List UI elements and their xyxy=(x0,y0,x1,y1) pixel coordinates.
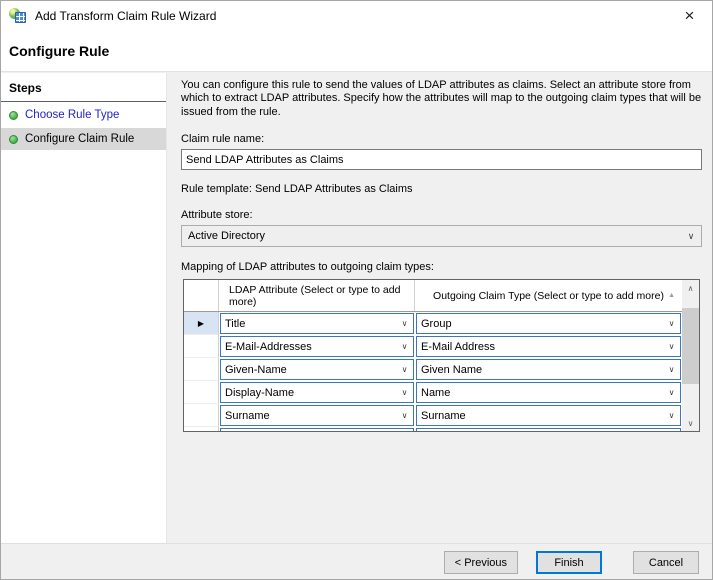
ldap-attribute-cell: Given-Name ∨ xyxy=(219,358,415,381)
row-selector-cell[interactable] xyxy=(184,335,219,358)
ldap-attribute-cell: Surname ∨ xyxy=(219,404,415,427)
row-selector-cell[interactable]: ▶ xyxy=(184,312,219,335)
ldap-attribute-value: Display-Name xyxy=(221,387,396,399)
row-selector-cell[interactable] xyxy=(184,427,219,432)
table-row: Display-Name ∨ Name ∨ xyxy=(184,381,682,404)
main-content: You can configure this rule to send the … xyxy=(181,73,702,543)
table-row: ∨ ∨ xyxy=(184,427,682,432)
outgoing-claim-type-cell: Surname ∨ xyxy=(415,404,682,427)
outgoing-claim-type-value: E-Mail Address xyxy=(417,341,663,353)
previous-button[interactable]: < Previous xyxy=(444,551,518,574)
chevron-down-icon: ∨ xyxy=(681,231,701,242)
step-label: Choose Rule Type xyxy=(25,109,119,121)
steps-sidebar: Steps Choose Rule Type Configure Claim R… xyxy=(1,73,167,543)
ldap-attribute-value: E-Mail-Addresses xyxy=(221,341,396,353)
heading-area: Configure Rule xyxy=(1,31,712,72)
close-icon[interactable]: × xyxy=(667,1,712,31)
rule-template-text: Rule template: Send LDAP Attributes as C… xyxy=(181,183,702,195)
outgoing-claim-type-select[interactable]: Name ∨ xyxy=(416,382,681,403)
column-header-label: Outgoing Claim Type (Select or type to a… xyxy=(433,290,664,302)
step-complete-dot-icon xyxy=(9,111,18,120)
outgoing-claim-type-value: Group xyxy=(417,318,663,330)
add-transform-claim-rule-wizard-dialog: Add Transform Claim Rule Wizard × Config… xyxy=(0,0,713,580)
chevron-down-icon: ∨ xyxy=(663,411,680,420)
claim-rule-name-label: Claim rule name: xyxy=(181,133,702,145)
scroll-down-icon[interactable]: ∨ xyxy=(682,415,699,431)
outgoing-claim-type-cell: Group ∨ xyxy=(415,312,682,335)
table-row: Given-Name ∨ Given Name ∨ xyxy=(184,358,682,381)
attribute-store-value: Active Directory xyxy=(182,230,681,242)
outgoing-claim-type-column-header[interactable]: Outgoing Claim Type (Select or type to a… xyxy=(415,280,682,311)
page-title: Configure Rule xyxy=(9,43,109,59)
sort-ascending-icon: ▲ xyxy=(668,292,675,299)
window-title: Add Transform Claim Rule Wizard xyxy=(35,9,216,23)
cancel-button[interactable]: Cancel xyxy=(633,551,699,574)
table-row: E-Mail-Addresses ∨ E-Mail Address ∨ xyxy=(184,335,682,358)
ldap-attribute-cell: Title ∨ xyxy=(219,312,415,335)
steps-header: Steps xyxy=(1,73,166,102)
chevron-down-icon: ∨ xyxy=(396,388,413,397)
scroll-up-icon[interactable]: ∧ xyxy=(682,280,699,296)
row-selector-cell[interactable] xyxy=(184,404,219,427)
table-scrollbar[interactable]: ∧ ∨ xyxy=(682,280,699,431)
step-complete-dot-icon xyxy=(9,135,18,144)
outgoing-claim-type-cell: Name ∨ xyxy=(415,381,682,404)
outgoing-claim-type-select[interactable]: Surname ∨ xyxy=(416,405,681,426)
wizard-footer: < Previous Finish Cancel xyxy=(1,543,712,580)
outgoing-claim-type-cell: ∨ xyxy=(415,427,682,432)
ldap-attribute-value: Surname xyxy=(221,410,396,422)
ldap-attribute-cell: E-Mail-Addresses ∨ xyxy=(219,335,415,358)
attribute-store-label: Attribute store: xyxy=(181,209,702,221)
mapping-label: Mapping of LDAP attributes to outgoing c… xyxy=(181,261,702,273)
ldap-attribute-column-header[interactable]: LDAP Attribute (Select or type to add mo… xyxy=(219,280,415,311)
table-body: ▶ Title ∨ Group ∨ E-Mail-Addresses ∨ xyxy=(184,312,682,432)
sidebar-item-configure-claim-rule[interactable]: Configure Claim Rule xyxy=(1,128,166,150)
chevron-down-icon: ∨ xyxy=(396,365,413,374)
chevron-down-icon: ∨ xyxy=(663,319,680,328)
outgoing-claim-type-select[interactable]: ∨ xyxy=(416,428,681,432)
ldap-attribute-select[interactable]: Surname ∨ xyxy=(220,405,414,426)
ldap-attribute-cell: Display-Name ∨ xyxy=(219,381,415,404)
table-row: ▶ Title ∨ Group ∨ xyxy=(184,312,682,335)
ldap-attribute-select[interactable]: Given-Name ∨ xyxy=(220,359,414,380)
claim-rule-name-input[interactable] xyxy=(181,149,702,170)
rule-description: You can configure this rule to send the … xyxy=(181,73,702,119)
row-selector-header[interactable] xyxy=(184,280,219,311)
sidebar-item-choose-rule-type[interactable]: Choose Rule Type xyxy=(1,104,166,126)
step-label: Configure Claim Rule xyxy=(25,133,134,145)
ldap-attribute-value: Given-Name xyxy=(221,364,396,376)
outgoing-claim-type-select[interactable]: E-Mail Address ∨ xyxy=(416,336,681,357)
current-row-marker-icon: ▶ xyxy=(198,319,204,328)
claim-rule-wizard-icon xyxy=(9,8,27,24)
ldap-attribute-select[interactable]: Display-Name ∨ xyxy=(220,382,414,403)
outgoing-claim-type-select[interactable]: Group ∨ xyxy=(416,313,681,334)
ldap-mapping-table: LDAP Attribute (Select or type to add mo… xyxy=(183,279,700,432)
ldap-attribute-select[interactable]: ∨ xyxy=(220,428,414,432)
outgoing-claim-type-select[interactable]: Given Name ∨ xyxy=(416,359,681,380)
title-bar: Add Transform Claim Rule Wizard × xyxy=(1,1,712,31)
chevron-down-icon: ∨ xyxy=(663,388,680,397)
outgoing-claim-type-value: Name xyxy=(417,387,663,399)
ldap-attribute-select[interactable]: E-Mail-Addresses ∨ xyxy=(220,336,414,357)
outgoing-claim-type-value: Given Name xyxy=(417,364,663,376)
chevron-down-icon: ∨ xyxy=(663,342,680,351)
outgoing-claim-type-cell: E-Mail Address ∨ xyxy=(415,335,682,358)
attribute-store-select[interactable]: Active Directory ∨ xyxy=(181,225,702,247)
table-header-row: LDAP Attribute (Select or type to add mo… xyxy=(184,280,682,312)
ldap-attribute-value: Title xyxy=(221,318,396,330)
table-row: Surname ∨ Surname ∨ xyxy=(184,404,682,427)
chevron-down-icon: ∨ xyxy=(663,365,680,374)
row-selector-cell[interactable] xyxy=(184,358,219,381)
ldap-attribute-cell: ∨ xyxy=(219,427,415,432)
outgoing-claim-type-cell: Given Name ∨ xyxy=(415,358,682,381)
finish-button[interactable]: Finish xyxy=(536,551,602,574)
chevron-down-icon: ∨ xyxy=(396,411,413,420)
scrollbar-thumb[interactable] xyxy=(682,308,699,384)
chevron-down-icon: ∨ xyxy=(396,342,413,351)
chevron-down-icon: ∨ xyxy=(396,319,413,328)
row-selector-cell[interactable] xyxy=(184,381,219,404)
ldap-attribute-select[interactable]: Title ∨ xyxy=(220,313,414,334)
outgoing-claim-type-value: Surname xyxy=(417,410,663,422)
claims-grid-icon xyxy=(15,12,26,23)
